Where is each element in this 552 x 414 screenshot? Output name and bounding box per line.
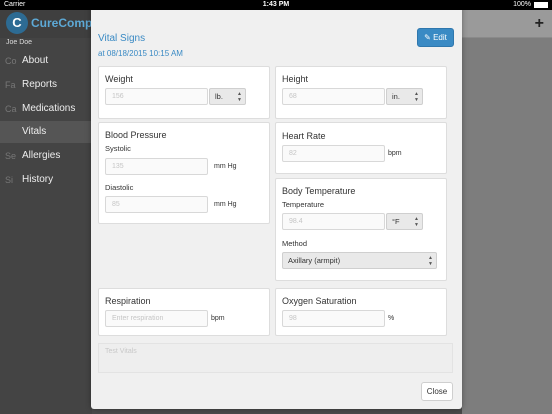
sidebar-item-label: History (22, 174, 54, 185)
logo-text: CureCompa (31, 16, 100, 30)
status-bar: Carrier 1:43 PM 100% (0, 0, 552, 10)
height-title: Height (282, 74, 309, 84)
battery-icon (534, 2, 548, 8)
sidebar-item-medications[interactable]: Medications (0, 98, 92, 120)
vital-signs-modal: Vital Signs at 08/18/2015 10:15 AM ✎ Edi… (91, 6, 462, 409)
battery-indicator: 100% (513, 0, 548, 10)
heart-rate-card: Heart Rate 82 bpm (275, 122, 447, 174)
weight-card: Weight 156 lb. ▲ ▼ (98, 66, 270, 119)
oxygen-saturation-card: Oxygen Saturation 98 % (275, 288, 447, 336)
blood-pressure-title: Blood Pressure (105, 130, 167, 140)
temperature-input[interactable]: 98.4 (282, 213, 385, 230)
systolic-unit: mm Hg (214, 163, 237, 170)
content-toolbar: + (462, 10, 552, 38)
sidebar-item-label: Vitals (22, 126, 47, 137)
heart-rate-input[interactable]: 82 (282, 145, 385, 162)
modal-timestamp: at 08/18/2015 10:15 AM (98, 49, 183, 58)
logo-icon: C (6, 12, 28, 34)
sidebar: Joe Doe Co Fa Ca Mi Se Si About Reports … (0, 38, 92, 414)
systolic-label: Systolic (105, 144, 131, 153)
chevron-down-icon: ▲ ▼ (414, 216, 419, 228)
sidebar-item-label: Medications (22, 103, 76, 114)
chevron-down-icon: ▲ ▼ (414, 91, 419, 103)
heart-rate-title: Heart Rate (282, 131, 326, 141)
diastolic-input[interactable]: 85 (105, 196, 208, 213)
sidebar-item-reports[interactable]: Reports (0, 74, 92, 96)
weight-unit-select[interactable]: lb. ▲ ▼ (209, 88, 246, 105)
chevron-down-icon: ▲ ▼ (237, 91, 242, 103)
method-select[interactable]: Axillary (armpit) ▲ ▼ (282, 252, 437, 269)
height-unit-value: in. (392, 92, 400, 101)
respiration-title: Respiration (105, 296, 151, 306)
oxygen-saturation-title: Oxygen Saturation (282, 296, 357, 306)
temperature-unit-select[interactable]: °F ▲ ▼ (386, 213, 423, 230)
sidebar-item-vitals[interactable]: Vitals (0, 121, 92, 143)
sidebar-item-about[interactable]: About (0, 50, 92, 72)
weight-unit-value: lb. (215, 92, 223, 101)
sidebar-item-history[interactable]: History (0, 169, 92, 191)
sidebar-item-label: Allergies (22, 150, 61, 161)
close-button[interactable]: Close (421, 382, 453, 401)
systolic-input[interactable]: 135 (105, 158, 208, 175)
respiration-card: Respiration Enter respiration bpm (98, 288, 270, 336)
body-temperature-card: Body Temperature Temperature 98.4 °F ▲ ▼ … (275, 178, 447, 281)
diastolic-label: Diastolic (105, 183, 134, 192)
temperature-unit-value: °F (392, 217, 400, 226)
method-value: Axillary (armpit) (288, 256, 341, 265)
edit-label: Edit (433, 33, 447, 42)
respiration-unit: bpm (211, 315, 225, 322)
main-content-background: + (462, 10, 552, 414)
edit-icon: ✎ (424, 33, 431, 42)
notes-field[interactable]: Test Vitals (98, 343, 453, 373)
clock: 1:43 PM (262, 1, 290, 8)
blood-pressure-card: Blood Pressure Systolic 135 mm Hg Diasto… (98, 122, 270, 224)
battery-percent: 100% (513, 1, 531, 8)
user-name: Joe Doe (6, 39, 33, 46)
add-icon[interactable]: + (535, 16, 544, 32)
sidebar-item-allergies[interactable]: Allergies (0, 145, 92, 167)
body-temperature-title: Body Temperature (282, 186, 356, 196)
oxygen-saturation-unit: % (388, 315, 395, 322)
modal-title: Vital Signs (98, 33, 146, 44)
temperature-label: Temperature (282, 200, 325, 209)
height-unit-select[interactable]: in. ▲ ▼ (386, 88, 423, 105)
chevron-down-icon: ▲ ▼ (428, 255, 433, 267)
oxygen-saturation-input[interactable]: 98 (282, 310, 385, 327)
respiration-input[interactable]: Enter respiration (105, 310, 208, 327)
app-logo: C CureCompa (6, 12, 99, 34)
weight-title: Weight (105, 74, 133, 84)
method-label: Method (282, 239, 308, 248)
edit-button[interactable]: ✎ Edit (417, 28, 454, 47)
diastolic-unit: mm Hg (214, 201, 237, 208)
weight-input[interactable]: 156 (105, 88, 208, 105)
sidebar-item-label: Reports (22, 79, 58, 90)
heart-rate-unit: bpm (388, 150, 402, 157)
height-input[interactable]: 68 (282, 88, 385, 105)
height-card: Height 68 in. ▲ ▼ (275, 66, 447, 119)
sidebar-item-label: About (22, 55, 49, 66)
